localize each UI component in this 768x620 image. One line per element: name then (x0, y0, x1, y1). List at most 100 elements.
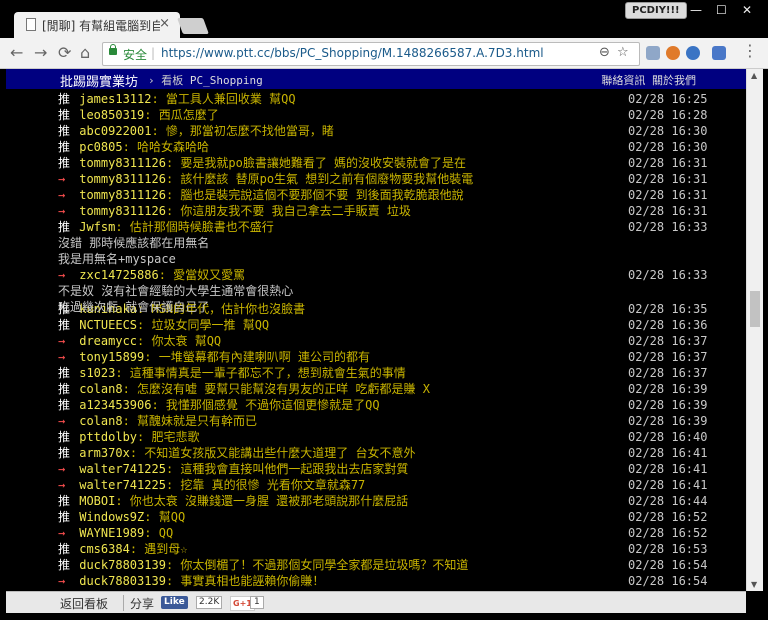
push-tag: 推 (58, 318, 71, 332)
footer-divider (123, 595, 124, 611)
comment-user: james13112 (79, 92, 152, 106)
push-tag: 推 (58, 430, 71, 444)
minimize-icon[interactable]: — (690, 3, 702, 17)
push-tag: → (58, 574, 66, 588)
screenshot-extension-icon[interactable] (712, 46, 726, 60)
push-tag: 推 (58, 446, 71, 460)
push-tag: → (58, 172, 66, 186)
maximize-icon[interactable]: ☐ (716, 3, 727, 17)
back-to-board-button[interactable]: 返回看板 (60, 595, 108, 612)
tab-close-icon[interactable]: × (159, 16, 170, 31)
comment-time: 02/28 16:35 (628, 302, 708, 316)
article-text-line: 我是用無名+myspace (58, 252, 176, 266)
scrollbar[interactable]: ▲ ▼ (746, 69, 763, 591)
scroll-up-icon[interactable]: ▲ (751, 71, 757, 80)
comment-row: → tommy8311126: 該什麼該 替原po生氣 想到之前有個廢物要我幫他… (58, 171, 473, 187)
comment-time: 02/28 16:31 (628, 156, 708, 170)
comment-text: : 一堆螢幕都有內建喇叭啊 連公司的都有 (144, 350, 370, 364)
comment-time: 02/28 16:44 (628, 494, 708, 508)
comment-row: 推 colan8: 怎麼沒有嘘 要幫只能幫沒有男友的正咩 吃虧都是賺 X (58, 381, 430, 397)
comment-text: : 幫QQ (144, 510, 186, 524)
comment-row: → tony15899: 一堆螢幕都有內建喇叭啊 連公司的都有 (58, 349, 370, 365)
firefox-extension-icon[interactable] (666, 46, 680, 60)
profile-badge[interactable]: PCDIY!!! (625, 2, 687, 19)
bookmark-star-icon[interactable]: ☆ (617, 45, 629, 60)
comment-row: 推 NCTUEECS: 垃圾女同學一推 幫QQ (58, 317, 269, 333)
close-window-icon[interactable]: ✕ (742, 3, 752, 17)
comment-row: 推 duck78803139: 你太倒楣了！不過那個女同學全家都是垃圾嗎？不知道 (58, 557, 468, 573)
comment-time: 02/28 16:40 (628, 430, 708, 444)
back-arrow-icon[interactable]: ← (10, 43, 23, 62)
comment-time: 02/28 16:39 (628, 382, 708, 396)
comment-user: pc0805 (79, 140, 123, 154)
comment-row: → walter741225: 挖靠 真的很慘 光看你文章就森77 (58, 477, 365, 493)
push-tag: → (58, 414, 66, 428)
topbar-links[interactable]: 聯絡資訊 關於我們 (601, 72, 696, 88)
comment-user: colan8 (79, 382, 123, 396)
comment-row: → dreamycc: 你太衰 幫QQ (58, 333, 221, 349)
comment-text: : 腦也是裝完說這個不要那個不要 到後面我乾脆跟他說 (165, 188, 464, 202)
push-tag: 推 (58, 108, 71, 122)
menu-icon[interactable]: ⋮ (742, 41, 758, 60)
comment-text: : 遇到母☆ (129, 542, 188, 556)
comment-row: 推 pttdolby: 肥宅悲歌 (58, 429, 199, 445)
download-extension-icon[interactable] (646, 46, 660, 60)
ptt-topbar: 批踢踢實業坊 › 看板 PC_Shopping 聯絡資訊 關於我們 (6, 69, 746, 90)
scroll-down-icon[interactable]: ▼ (751, 580, 757, 589)
push-tag: 推 (58, 220, 71, 234)
comment-user: walter741225 (79, 462, 166, 476)
comment-user: tony15899 (79, 350, 145, 364)
url-text[interactable]: https://www.ptt.cc/bbs/PC_Shopping/M.148… (161, 46, 544, 60)
comment-text: : 這種我會直接叫他們一起跟我出去店家對質 (165, 462, 409, 476)
comment-row: → colan8: 幫醜妹就是只有幹而已 (58, 413, 257, 429)
globe-extension-icon[interactable] (686, 46, 700, 60)
comment-row: 推 s1023: 這種事情真是一輩子都忘不了，想到就會生氣的事情 (58, 365, 406, 381)
comment-text: : 怎麼沒有嘘 要幫只能幫沒有男友的正咩 吃虧都是賺 X (122, 382, 430, 396)
ptt-footer: 返回看板 分享 Like 2.2K G+1 1 (6, 591, 746, 614)
new-tab-button[interactable] (177, 18, 209, 34)
forward-arrow-icon[interactable]: → (34, 43, 47, 62)
comment-text: : 你太衰 幫QQ (137, 334, 222, 348)
board-label: 看板 (161, 74, 184, 87)
comment-user: arm370x (79, 446, 130, 460)
zoom-icon[interactable]: ⊖ (599, 45, 610, 60)
push-tag: 推 (58, 382, 71, 396)
comment-user: tommy8311126 (79, 156, 166, 170)
comment-time: 02/28 16:33 (628, 220, 708, 234)
article-viewport: 批踢踢實業坊 › 看板 PC_Shopping 聯絡資訊 關於我們 推 jame… (6, 69, 746, 591)
scrollbar-thumb[interactable] (750, 291, 760, 327)
comment-time: 02/28 16:31 (628, 172, 708, 186)
comment-text: : 挖靠 真的很慘 光看你文章就森77 (165, 478, 366, 492)
push-tag: 推 (58, 542, 71, 556)
comment-time: 02/28 16:41 (628, 446, 708, 460)
comment-text: : 西瓜怎麼了 (144, 108, 219, 122)
home-icon[interactable]: ⌂ (80, 43, 90, 62)
push-tag: 推 (58, 366, 71, 380)
comment-time: 02/28 16:30 (628, 140, 708, 154)
facebook-like-button[interactable]: Like (161, 596, 188, 609)
comment-user: tommy8311126 (79, 204, 166, 218)
comment-user: duck78803139 (79, 574, 166, 588)
comment-time: 02/28 16:31 (628, 188, 708, 202)
article-text-line: 不是奴 沒有社會經驗的大學生通常會很熱心 (58, 284, 294, 298)
comment-time: 02/28 16:41 (628, 478, 708, 492)
comment-user: s1023 (79, 366, 116, 380)
window-bottom-frame (0, 613, 768, 620)
comment-row: → zxc14725886: 愛當奴又愛罵 (58, 267, 245, 283)
push-tag: → (58, 478, 66, 492)
push-tag: 推 (58, 92, 71, 106)
comment-text: : 我懂那個感覺 不過你這個更慘就是了QQ (151, 398, 380, 412)
article-text-line: 吃過幾次虧 就會保護自己了 (58, 300, 210, 314)
push-tag: 推 (58, 398, 71, 412)
comment-text: : 這種事情真是一輩子都忘不了，想到就會生氣的事情 (115, 366, 406, 380)
site-logo[interactable]: 批踢踢實業坊 (60, 71, 138, 90)
browser-tab[interactable]: [閒聊] 有幫組電腦到自己 × (14, 12, 180, 38)
board-link[interactable]: PC_Shopping (190, 74, 263, 87)
address-bar[interactable]: 安全 | https://www.ptt.cc/bbs/PC_Shopping/… (102, 42, 640, 66)
push-tag: → (58, 204, 66, 218)
reload-icon[interactable]: ⟳ (58, 43, 71, 62)
facebook-like-count: 2.2K (196, 596, 223, 609)
comment-time: 02/28 16:33 (628, 268, 708, 282)
comment-time: 02/28 16:53 (628, 542, 708, 556)
comment-user: walter741225 (79, 478, 166, 492)
